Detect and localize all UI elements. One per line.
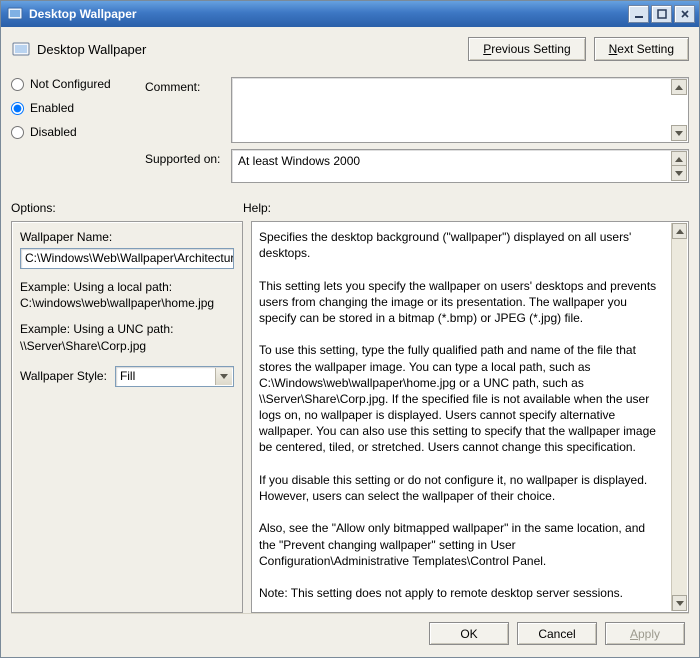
help-heading: Help: (243, 201, 689, 215)
next-setting-button[interactable]: Next Setting (594, 37, 689, 61)
options-panel: Wallpaper Name: C:\Windows\Web\Wallpaper… (11, 221, 243, 613)
window-controls (628, 5, 695, 23)
help-panel: Specifies the desktop background ("wallp… (251, 221, 689, 613)
dialog-window: Desktop Wallpaper Desktop Wallpaper (0, 0, 700, 658)
app-icon (7, 6, 23, 22)
apply-button[interactable]: Apply (605, 622, 685, 645)
help-text: Specifies the desktop background ("wallp… (253, 223, 670, 611)
page-title: Desktop Wallpaper (37, 42, 146, 57)
scroll-down-icon[interactable] (671, 165, 687, 181)
maximize-button[interactable] (651, 5, 672, 23)
example-local: Example: Using a local path: C:\windows\… (20, 279, 234, 311)
radio-not-configured[interactable]: Not Configured (11, 77, 133, 91)
options-heading: Options: (11, 201, 243, 215)
radio-enabled[interactable]: Enabled (11, 101, 133, 115)
wallpaper-name-input[interactable]: C:\Windows\Web\Wallpaper\Architecture (20, 248, 234, 269)
example-unc: Example: Using a UNC path: \\Server\Shar… (20, 321, 234, 353)
wallpaper-name-label: Wallpaper Name: (20, 230, 234, 244)
scroll-up-icon[interactable] (671, 79, 687, 95)
example-unc-label: Example: Using a UNC path: (20, 321, 234, 337)
minimize-button[interactable] (628, 5, 649, 23)
wallpaper-style-value: Fill (120, 369, 135, 383)
state-radio-group: Not Configured Enabled Disabled (11, 77, 133, 189)
supported-on-box: At least Windows 2000 (231, 149, 689, 183)
example-local-label: Example: Using a local path: (20, 279, 234, 295)
example-local-value: C:\windows\web\wallpaper\home.jpg (20, 295, 234, 311)
header-row: Desktop Wallpaper Previous Setting Next … (11, 37, 689, 61)
window-title: Desktop Wallpaper (29, 7, 628, 21)
scroll-down-icon[interactable] (672, 595, 687, 611)
cancel-button[interactable]: Cancel (517, 622, 597, 645)
chevron-down-icon (215, 368, 232, 385)
comment-label: Comment: (145, 77, 231, 94)
help-scrollbar[interactable] (671, 223, 687, 611)
wallpaper-style-label: Wallpaper Style: (20, 369, 107, 383)
dialog-buttons: OK Cancel Apply (11, 613, 689, 649)
client-area: Desktop Wallpaper Previous Setting Next … (1, 27, 699, 657)
close-button[interactable] (674, 5, 695, 23)
radio-label: Enabled (30, 101, 74, 115)
supported-on-label: Supported on: (145, 149, 231, 166)
panels: Wallpaper Name: C:\Windows\Web\Wallpaper… (11, 221, 689, 613)
scroll-up-icon[interactable] (672, 223, 687, 239)
metadata-column: Comment: Supported on: At least Windows … (145, 77, 689, 189)
scroll-down-icon[interactable] (671, 125, 687, 141)
example-unc-value: \\Server\Share\Corp.jpg (20, 338, 234, 354)
top-grid: Not Configured Enabled Disabled Comment: (11, 77, 689, 189)
supported-on-value: At least Windows 2000 (238, 154, 360, 168)
radio-disabled[interactable]: Disabled (11, 125, 133, 139)
radio-label: Disabled (30, 125, 77, 139)
wallpaper-style-select[interactable]: Fill (115, 366, 234, 387)
radio-label: Not Configured (30, 77, 111, 91)
ok-button[interactable]: OK (429, 622, 509, 645)
comment-textarea[interactable] (231, 77, 689, 143)
policy-icon (11, 39, 31, 59)
section-headers: Options: Help: (11, 201, 689, 215)
titlebar: Desktop Wallpaper (1, 1, 699, 27)
previous-setting-button[interactable]: Previous Setting (468, 37, 585, 61)
